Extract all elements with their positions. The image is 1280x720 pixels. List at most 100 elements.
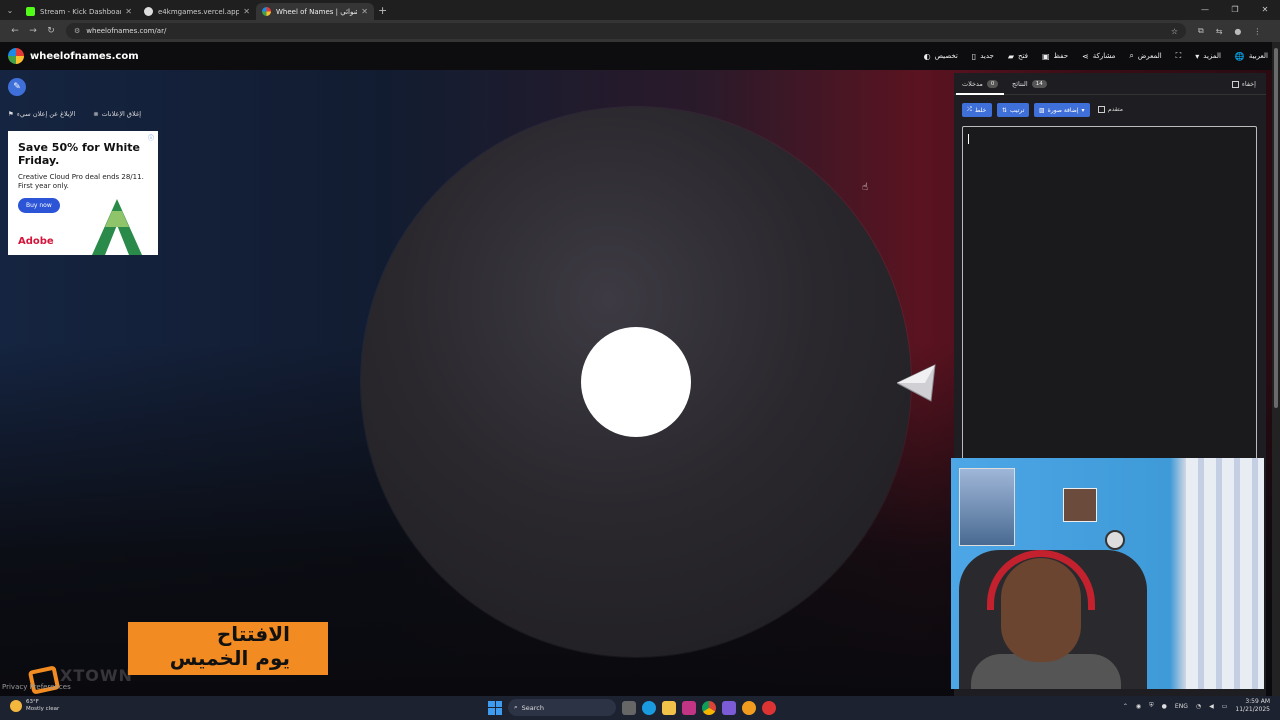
tab-search-icon[interactable]: ⌄ bbox=[0, 0, 20, 20]
close-tab-icon[interactable]: ✕ bbox=[125, 7, 132, 16]
menu-gallery[interactable]: ⌕ المعرض bbox=[1129, 51, 1161, 61]
menu-save[interactable]: ▣ حفظ bbox=[1042, 52, 1068, 61]
text-caret bbox=[968, 134, 969, 144]
language-indicator[interactable]: ENG bbox=[1175, 703, 1188, 710]
browser-menu-icon[interactable]: ⋮ bbox=[1253, 27, 1261, 36]
save-icon: ▣ bbox=[1041, 51, 1050, 61]
weather-moon-icon bbox=[10, 700, 22, 712]
close-tab-icon[interactable]: ✕ bbox=[243, 7, 250, 16]
adobe-logo: Adobe bbox=[18, 236, 54, 247]
hide-ads-link[interactable]: ⊗ إغلاق الإعلانات bbox=[93, 110, 141, 118]
adobe-a-icon bbox=[92, 199, 142, 255]
menu-share[interactable]: ⋖ مشاركة bbox=[1082, 52, 1115, 61]
menu-more[interactable]: ▾ المزيد bbox=[1195, 52, 1221, 61]
globe-favicon-icon bbox=[144, 7, 153, 16]
adobe-ad[interactable]: ⓘ Save 50% for White Friday. Creative Cl… bbox=[8, 131, 158, 255]
shuffle-icon: ⤮ bbox=[967, 106, 972, 113]
report-ad-link[interactable]: ⚑ الإبلاغ عن إعلان سيء bbox=[8, 110, 75, 118]
entries-textarea[interactable] bbox=[962, 126, 1257, 466]
url-input[interactable]: ⚙ wheelofnames.com/ar/ ☆ bbox=[66, 23, 1186, 39]
obs-icon[interactable] bbox=[762, 700, 776, 715]
shuffle-button[interactable]: ⤮ خلط bbox=[962, 103, 992, 117]
kick-favicon-icon bbox=[26, 7, 35, 16]
volume-icon[interactable]: ◀ bbox=[1209, 703, 1214, 710]
menu-customize[interactable]: ◐ تخصيص bbox=[924, 52, 958, 61]
app-header: wheelofnames.com 🌐 العربية ▾ المزيد ⛶ ⌕ الم… bbox=[0, 42, 1280, 70]
sort-button[interactable]: ⇅ ترتيب bbox=[997, 103, 1029, 117]
tab-e4kmgames[interactable]: e4kmgames.vercel.app/games/ ✕ bbox=[138, 3, 256, 20]
ad-links: ⊗ إغلاق الإعلانات ⚑ الإبلاغ عن إعلان سيء bbox=[8, 110, 148, 118]
windows-start-icon[interactable] bbox=[488, 700, 502, 715]
mouse-cursor-icon: ☝ bbox=[862, 182, 869, 193]
page-scrollbar[interactable] bbox=[1272, 42, 1280, 696]
menu-new[interactable]: ▯ جديد bbox=[972, 52, 994, 61]
minimize-icon[interactable]: — bbox=[1190, 0, 1220, 20]
palette-icon: ◐ bbox=[923, 51, 931, 61]
globe-icon: 🌐 bbox=[1234, 51, 1245, 61]
tab-wheel-of-names[interactable]: Wheel of Names | عجلة الأسماء العشوائي ✕ bbox=[256, 3, 374, 20]
sort-icon: ⇅ bbox=[1002, 106, 1008, 114]
pencil-icon: ✎ bbox=[13, 82, 21, 92]
wifi-icon[interactable]: ◔ bbox=[1196, 703, 1201, 710]
wheel-hub[interactable] bbox=[581, 327, 691, 437]
reload-icon[interactable]: ↻ bbox=[42, 26, 60, 36]
file-icon: ▯ bbox=[971, 51, 977, 61]
taskbar-apps: ⌕ Search bbox=[488, 699, 776, 716]
app-icon[interactable] bbox=[742, 700, 756, 715]
wheel-logo-icon bbox=[8, 48, 24, 64]
privacy-preferences-link[interactable]: Privacy Preferences bbox=[2, 683, 71, 691]
extensions-icon[interactable]: ⧉ bbox=[1198, 26, 1204, 36]
curtain-image bbox=[1186, 458, 1264, 689]
caret-down-icon: ▾ bbox=[1195, 51, 1200, 61]
instagram-icon[interactable] bbox=[682, 700, 696, 715]
back-icon[interactable]: ← bbox=[6, 26, 24, 36]
webcam-overlay bbox=[951, 458, 1264, 689]
windows-taskbar: 63°F Mostly clear ⌕ Search ⌃ ◉ ⛨ ● ENG ◔ … bbox=[0, 696, 1280, 720]
network-icon[interactable]: ◉ bbox=[1136, 703, 1141, 710]
edge-icon[interactable] bbox=[642, 700, 656, 715]
chrome-icon[interactable] bbox=[702, 700, 716, 715]
discord-icon[interactable] bbox=[722, 700, 736, 715]
tray-overflow-icon[interactable]: ⌃ bbox=[1123, 703, 1128, 710]
shield-icon[interactable]: ⛨ bbox=[1149, 702, 1154, 710]
taskbar-clock[interactable]: 3:59 AM 11/21/2025 bbox=[1235, 698, 1270, 714]
share-icon: ⋖ bbox=[1082, 51, 1089, 61]
image-icon: ▨ bbox=[1039, 106, 1045, 114]
menu-language[interactable]: 🌐 العربية bbox=[1235, 52, 1268, 61]
menu-fullscreen[interactable]: ⛶ bbox=[1176, 51, 1182, 61]
bookmark-star-icon[interactable]: ☆ bbox=[1171, 27, 1178, 36]
battery-icon[interactable]: ▭ bbox=[1222, 703, 1228, 710]
close-tab-icon[interactable]: ✕ bbox=[361, 7, 368, 16]
buy-now-button[interactable]: Buy now bbox=[18, 198, 60, 213]
weather-widget[interactable]: 63°F Mostly clear bbox=[10, 699, 59, 713]
edit-title-button[interactable]: ✎ bbox=[8, 78, 26, 96]
wall-clock-image bbox=[1105, 530, 1125, 550]
add-image-button[interactable]: ▨ إضافة صورة ▾ bbox=[1034, 103, 1090, 117]
microphone-icon[interactable]: ● bbox=[1162, 703, 1167, 710]
tab-strip: ⌄ Stream - Kick Dashboard ✕ e4kmgames.ve… bbox=[0, 0, 1280, 20]
maximize-icon[interactable]: ❐ bbox=[1220, 0, 1250, 20]
new-tab-icon[interactable]: + bbox=[378, 4, 387, 17]
menu-open[interactable]: ▰ فتح bbox=[1008, 52, 1028, 61]
profile-icon[interactable]: ● bbox=[1234, 27, 1241, 36]
close-window-icon[interactable]: ✕ bbox=[1250, 0, 1280, 20]
file-explorer-icon[interactable] bbox=[662, 700, 676, 715]
wheel-pointer-icon bbox=[897, 364, 936, 402]
advanced-checkbox[interactable] bbox=[1098, 106, 1105, 113]
taskbar-search[interactable]: ⌕ Search bbox=[508, 699, 616, 716]
hide-checkbox[interactable] bbox=[1231, 80, 1239, 88]
flag-icon: ⚑ bbox=[8, 110, 14, 118]
advanced-toggle[interactable]: متقدم bbox=[1098, 106, 1123, 113]
ad-choices-icon[interactable]: ⓘ bbox=[148, 133, 154, 142]
tab-entries[interactable]: مدخلات 0 bbox=[955, 80, 1005, 95]
forward-icon[interactable]: → bbox=[24, 26, 42, 36]
cast-icon[interactable]: ⇆ bbox=[1216, 27, 1223, 36]
tab-kick-dashboard[interactable]: Stream - Kick Dashboard ✕ bbox=[20, 3, 138, 20]
hide-panel-toggle[interactable]: إخفاء bbox=[1231, 80, 1256, 88]
site-info-icon[interactable]: ⚙ bbox=[74, 27, 80, 35]
tab-results[interactable]: النتائج 14 bbox=[1012, 80, 1047, 88]
panel-tabs: مدخلات 0 النتائج 14 إخفاء bbox=[954, 73, 1266, 95]
task-view-icon[interactable] bbox=[622, 700, 636, 715]
search-icon: ⌕ bbox=[514, 703, 518, 711]
site-logo[interactable]: wheelofnames.com bbox=[30, 51, 139, 62]
